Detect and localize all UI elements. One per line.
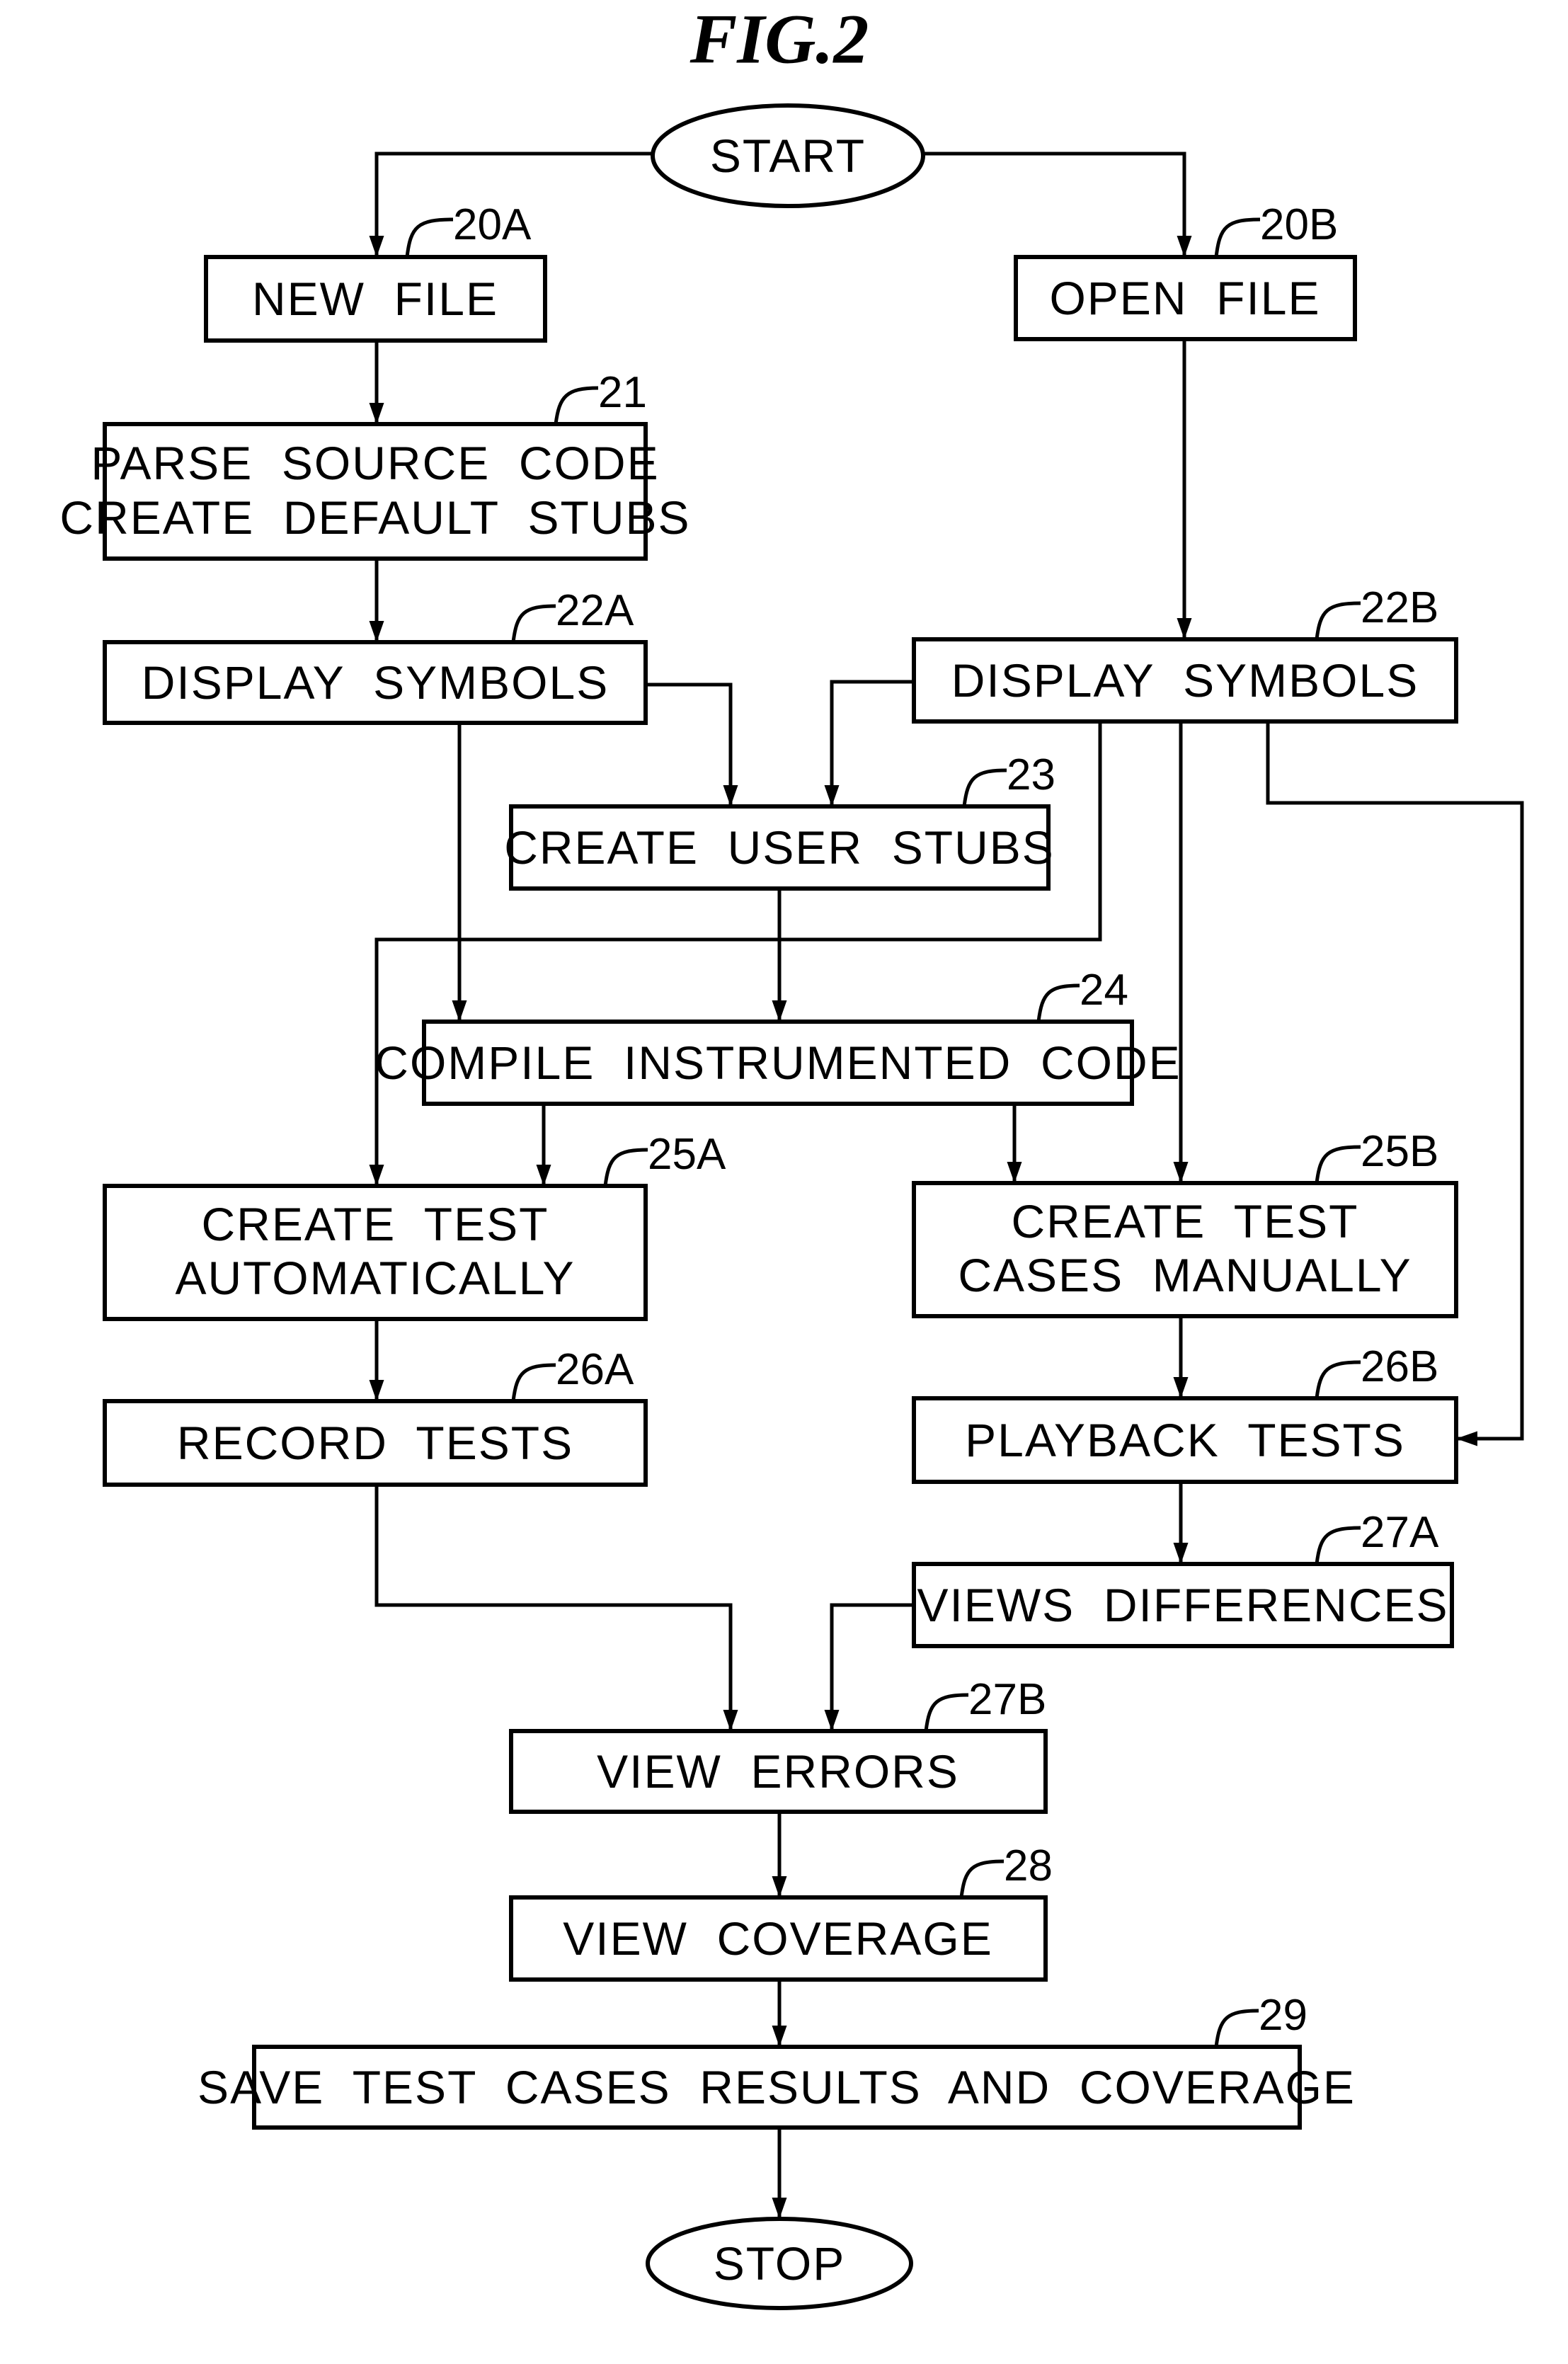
reference-leader (603, 1148, 648, 1187)
step-create-user-stubs: CREATE USER STUBS 23 (504, 750, 1055, 891)
connector-start-20b (924, 152, 1192, 257)
reference-leader (1036, 983, 1080, 1022)
stop-terminal: STOP (646, 2217, 913, 2310)
step-label: PLAYBACK TESTS (965, 1414, 1405, 1466)
start-terminal: START (651, 103, 925, 208)
reference-numeral: 26A (556, 1345, 634, 1394)
step-views-differences: VIEWS DIFFERENCES 27A (912, 1508, 1454, 1648)
step-playback-tests: PLAYBACK TESTS 26B (912, 1342, 1458, 1484)
reference-numeral: 29 (1259, 1991, 1307, 2040)
step-label-line-2: CREATE DEFAULT STUBS (59, 491, 690, 544)
start-label: START (710, 130, 866, 182)
step-label: VIEW COVERAGE (563, 1912, 992, 1965)
reference-numeral: 28 (1004, 1841, 1053, 1890)
reference-numeral: 23 (1007, 750, 1055, 799)
reference-leader (405, 217, 454, 258)
step-label-line-2: CASES MANUALLY (958, 1249, 1412, 1301)
reference-leader (1214, 2009, 1259, 2048)
reference-numeral: 20B (1260, 200, 1338, 249)
reference-numeral: 20A (453, 200, 532, 249)
step-view-errors: VIEW ERRORS 27B (509, 1675, 1048, 1814)
figure-title: FIG.2 (689, 0, 869, 79)
connector-22a-23 (646, 683, 738, 806)
reference-numeral: 24 (1080, 966, 1128, 1015)
reference-leader (554, 386, 599, 425)
reference-numeral: 21 (598, 368, 647, 417)
step-label-line-1: CREATE TEST (1012, 1195, 1359, 1247)
flowchart: FIG.2 START STOP NEW FILE 20A OPEN FILE … (59, 0, 1524, 2310)
step-label-line-1: PARSE SOURCE CODE (91, 437, 659, 489)
reference-numeral: 25A (648, 1130, 726, 1179)
step-label-line-2: AUTOMATICALLY (175, 1252, 575, 1304)
reference-numeral: 25B (1361, 1127, 1438, 1176)
connector-22b-23 (824, 680, 914, 806)
connector-22b-26b (1266, 721, 1524, 1446)
connector-27a-27b (824, 1603, 914, 1731)
step-label: SAVE TEST CASES RESULTS AND COVERAGE (198, 2061, 1356, 2113)
reference-leader (924, 1693, 969, 1732)
step-label: VIEWS DIFFERENCES (917, 1579, 1448, 1631)
step-label: RECORD TESTS (177, 1417, 573, 1469)
step-view-coverage: VIEW COVERAGE 28 (509, 1841, 1053, 1982)
step-create-test-automatically: CREATE TEST AUTOMATICALLY 25A (103, 1130, 726, 1321)
reference-numeral: 26B (1361, 1342, 1438, 1391)
process-steps: NEW FILE 20A OPEN FILE 20B PARSE SOURCE … (59, 200, 1458, 2130)
reference-leader (1315, 1360, 1361, 1399)
reference-numeral: 27A (1361, 1508, 1439, 1557)
reference-numeral: 22B (1361, 583, 1438, 632)
reference-leader (511, 1363, 556, 1402)
reference-leader (959, 1859, 1005, 1898)
connector-22b-25a (369, 721, 1102, 1186)
step-label: DISPLAY SYMBOLS (142, 656, 609, 709)
step-save-test-cases: SAVE TEST CASES RESULTS AND COVERAGE 29 (198, 1991, 1356, 2130)
reference-numeral: 22A (556, 586, 634, 635)
step-label: DISPLAY SYMBOLS (951, 654, 1419, 707)
step-create-test-cases-manually: CREATE TEST CASES MANUALLY 25B (912, 1127, 1458, 1318)
step-label: CREATE USER STUBS (504, 821, 1055, 874)
step-label: VIEW ERRORS (597, 1745, 959, 1798)
reference-leader (1315, 601, 1361, 640)
reference-numeral: 27B (968, 1675, 1046, 1724)
step-label: NEW FILE (252, 273, 498, 325)
reference-leader (1315, 1526, 1361, 1565)
connector-26a-27b (374, 1485, 738, 1731)
step-label: OPEN FILE (1049, 272, 1320, 324)
reference-leader (962, 768, 1007, 807)
step-label: COMPILE INSTRUMENTED CODE (374, 1037, 1181, 1089)
reference-leader (511, 604, 556, 643)
reference-leader (1214, 217, 1261, 258)
stop-label: STOP (714, 2237, 846, 2290)
step-label-line-1: CREATE TEST (202, 1198, 549, 1250)
reference-leader (1315, 1145, 1361, 1184)
